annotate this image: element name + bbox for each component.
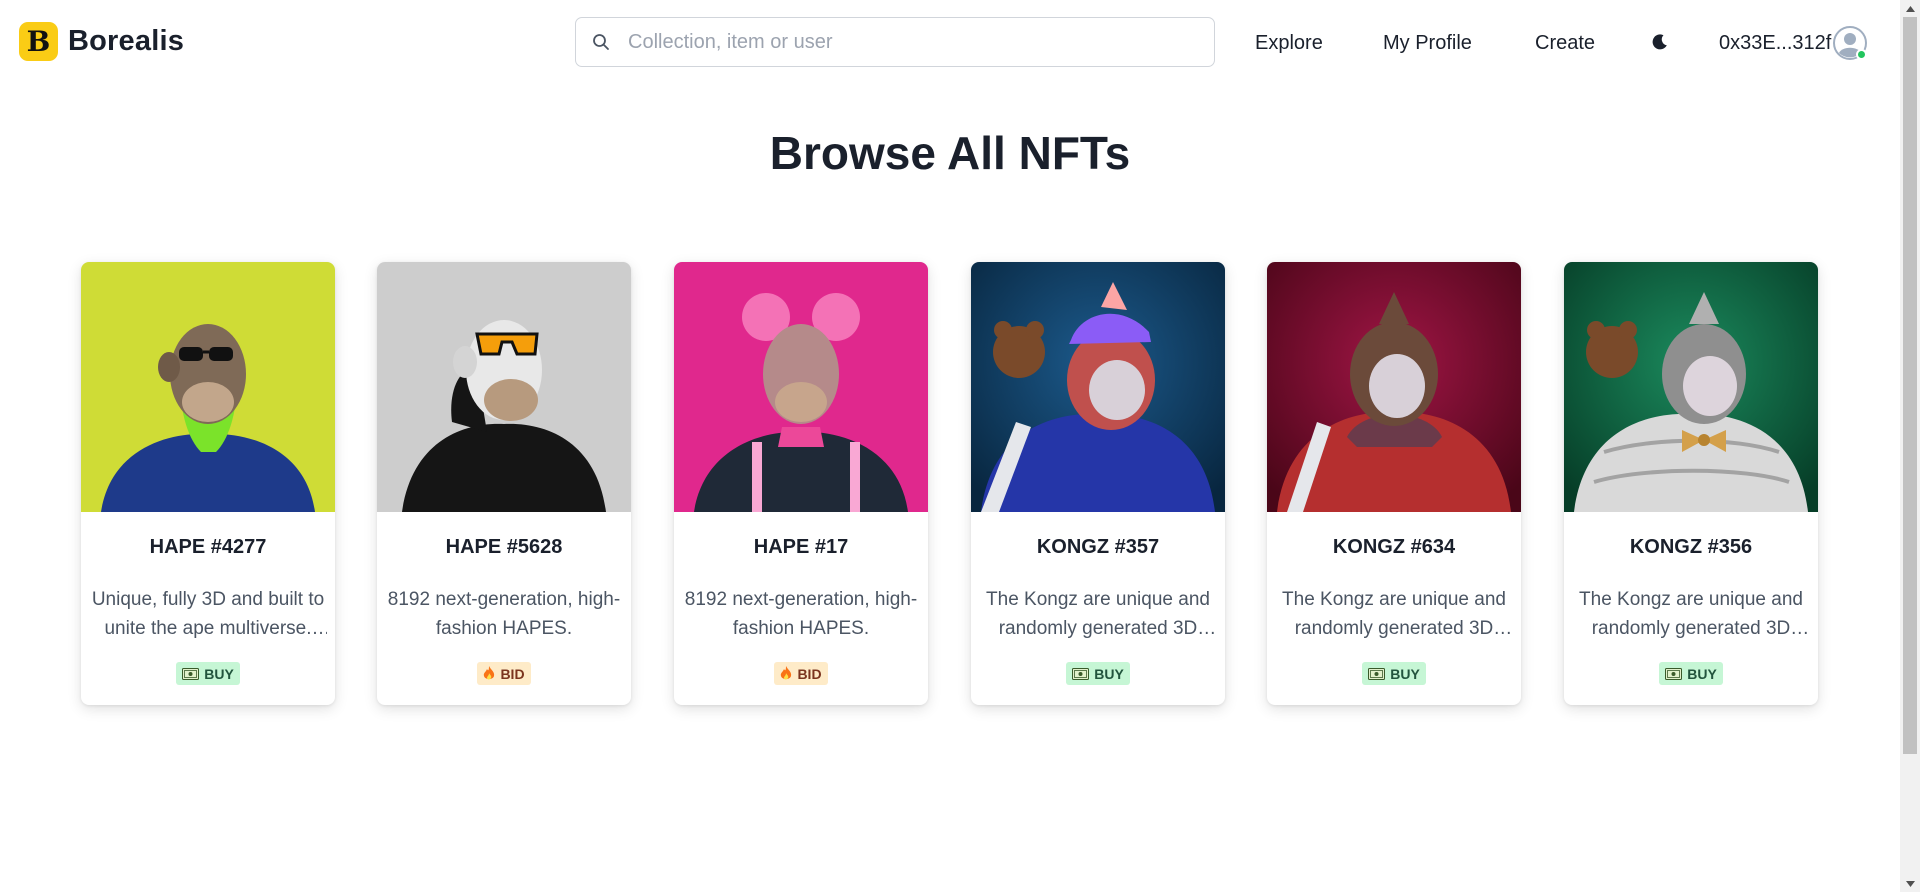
wallet-address[interactable]: 0x33E...312f bbox=[1719, 0, 1831, 86]
scroll-up-arrow-icon[interactable] bbox=[1900, 0, 1920, 17]
buy-badge: BUY bbox=[1066, 662, 1130, 685]
nft-name: HAPE #5628 bbox=[445, 536, 563, 558]
search-icon bbox=[576, 18, 626, 66]
nft-image bbox=[377, 262, 631, 512]
nft-description: 8192 next-generation, high-fashion HAPES… bbox=[684, 589, 918, 639]
nft-card[interactable]: HAPE #17 8192 next-generation, high-fash… bbox=[674, 262, 928, 705]
nft-image bbox=[674, 262, 928, 512]
cash-icon bbox=[182, 667, 200, 680]
search-bar[interactable] bbox=[575, 17, 1215, 67]
nft-image bbox=[1564, 262, 1818, 512]
brand-logo-letter: B bbox=[26, 24, 51, 58]
nft-description: The Kongz are unique and randomly genera… bbox=[986, 589, 1210, 639]
vertical-scrollbar[interactable] bbox=[1900, 0, 1920, 892]
nft-name: KONGZ #356 bbox=[1629, 536, 1753, 558]
nav-my-profile-link[interactable]: My Profile bbox=[1383, 0, 1472, 86]
bid-badge: BID bbox=[477, 662, 531, 685]
fire-icon bbox=[484, 666, 495, 680]
nft-image bbox=[971, 262, 1225, 512]
nav-create-link[interactable]: Create bbox=[1535, 0, 1595, 86]
nft-description: Unique, fully 3D and built to unite the … bbox=[91, 589, 325, 639]
brand-logo-badge: B bbox=[19, 22, 58, 61]
nft-image bbox=[81, 262, 335, 512]
brand-logo-link[interactable]: B Borealis bbox=[19, 22, 184, 61]
nft-description: The Kongz are unique and randomly genera… bbox=[1579, 589, 1803, 639]
nft-image bbox=[1267, 262, 1521, 512]
brand-name: Borealis bbox=[68, 25, 185, 57]
cash-icon bbox=[1072, 667, 1090, 680]
nft-card[interactable]: KONGZ #356 The Kongz are unique and rand… bbox=[1564, 262, 1818, 705]
buy-badge: BUY bbox=[1659, 662, 1723, 685]
online-status-dot bbox=[1856, 49, 1867, 60]
buy-badge: BUY bbox=[1362, 662, 1426, 685]
fire-icon bbox=[781, 666, 792, 680]
cash-icon bbox=[1665, 667, 1683, 680]
search-input[interactable] bbox=[626, 20, 1214, 64]
nft-description: The Kongz are unique and randomly genera… bbox=[1282, 589, 1506, 639]
nft-name: HAPE #4277 bbox=[149, 536, 267, 558]
buy-badge: BUY bbox=[176, 662, 240, 685]
nft-name: HAPE #17 bbox=[753, 536, 849, 558]
moon-icon[interactable] bbox=[1648, 30, 1672, 54]
bid-badge: BID bbox=[774, 662, 828, 685]
page-title: Browse All NFTs bbox=[769, 127, 1131, 179]
nft-card[interactable]: KONGZ #357 The Kongz are unique and rand… bbox=[971, 262, 1225, 705]
scrollbar-thumb[interactable] bbox=[1903, 17, 1917, 754]
nft-description: 8192 next-generation, high-fashion HAPES… bbox=[387, 589, 621, 639]
nft-name: KONGZ #357 bbox=[1036, 536, 1160, 558]
scroll-down-arrow-icon[interactable] bbox=[1900, 875, 1920, 892]
nft-card[interactable]: HAPE #4277 Unique, fully 3D and built to… bbox=[81, 262, 335, 705]
cash-icon bbox=[1368, 667, 1386, 680]
nft-name: KONGZ #634 bbox=[1332, 536, 1456, 558]
nft-card[interactable]: KONGZ #634 The Kongz are unique and rand… bbox=[1267, 262, 1521, 705]
top-navbar: B Borealis Explore My Profile Create 0x3… bbox=[0, 0, 1900, 86]
nft-card[interactable]: HAPE #5628 8192 next-generation, high-fa… bbox=[377, 262, 631, 705]
nav-explore-link[interactable]: Explore bbox=[1255, 0, 1323, 86]
